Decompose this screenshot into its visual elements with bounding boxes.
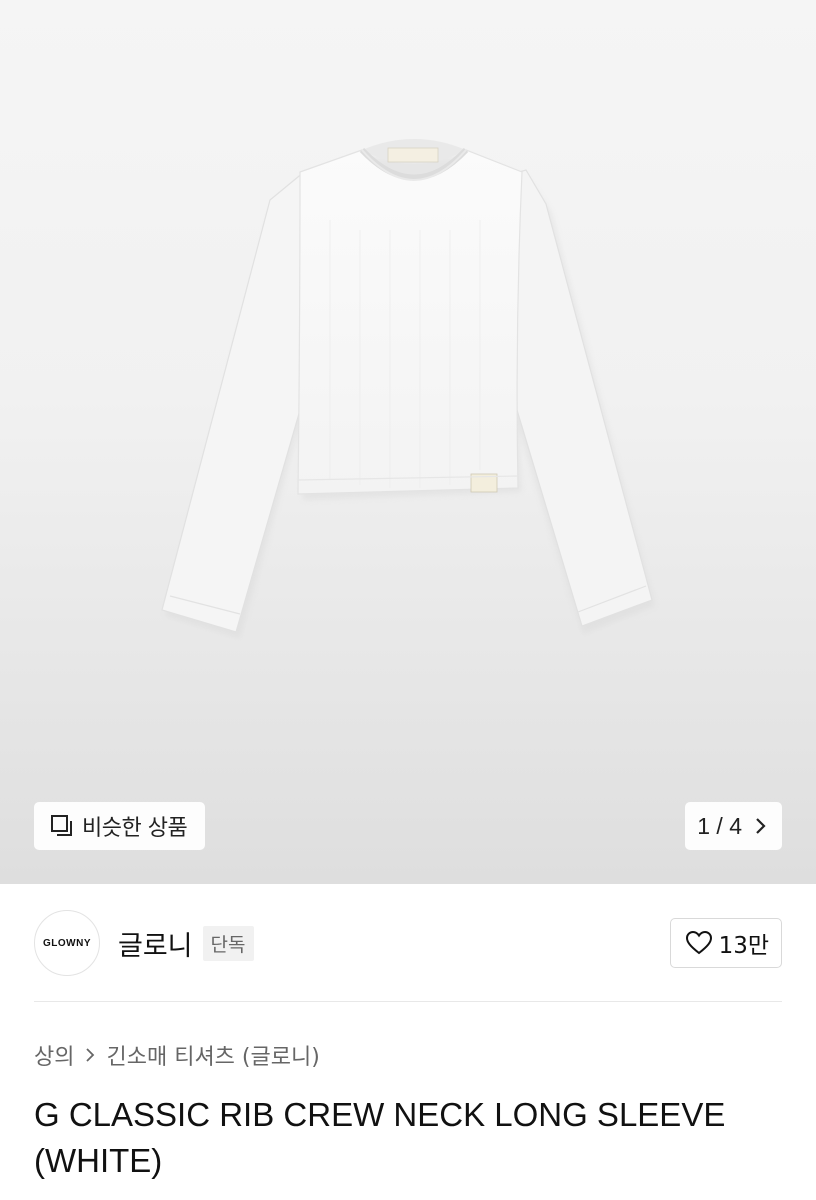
brand-logo[interactable]: GLOWNY bbox=[34, 910, 100, 976]
image-pager[interactable]: 1 / 4 bbox=[685, 802, 782, 850]
chevron-right-icon[interactable] bbox=[754, 816, 768, 836]
brand-name[interactable]: 글로니 bbox=[118, 924, 193, 963]
heart-icon bbox=[685, 930, 712, 955]
similar-products-button[interactable]: 비슷한 상품 bbox=[34, 802, 206, 850]
pager-total: 4 bbox=[729, 812, 742, 839]
breadcrumb-subcategory[interactable]: 긴소매 티셔츠 (글로니) bbox=[106, 1039, 319, 1071]
chevron-right-icon bbox=[86, 1048, 95, 1062]
pager-count: 1 / 4 bbox=[697, 813, 742, 840]
product-title: G CLASSIC RIB CREW NECK LONG SLEEVE (WHI… bbox=[34, 1096, 726, 1179]
like-button[interactable]: 13만 bbox=[669, 918, 782, 968]
exclusive-badge: 단독 bbox=[202, 925, 254, 961]
product-image[interactable] bbox=[0, 0, 816, 884]
breadcrumb-category[interactable]: 상의 bbox=[34, 1039, 74, 1071]
similar-icon bbox=[51, 815, 72, 836]
divider bbox=[34, 1001, 782, 1002]
similar-products-label: 비슷한 상품 bbox=[82, 816, 188, 841]
pager-current: 1 bbox=[697, 812, 711, 839]
product-gallery[interactable]: 비슷한 상품 1 / 4 bbox=[0, 0, 816, 884]
like-count: 13만 bbox=[718, 933, 769, 959]
brand-logo-text: GLOWNY bbox=[43, 937, 91, 949]
breadcrumb: 상의 긴소매 티셔츠 (글로니) bbox=[34, 1037, 320, 1073]
brand-row: GLOWNY 글로니 단독 13만 bbox=[34, 908, 782, 978]
pager-separator: / bbox=[710, 812, 730, 839]
